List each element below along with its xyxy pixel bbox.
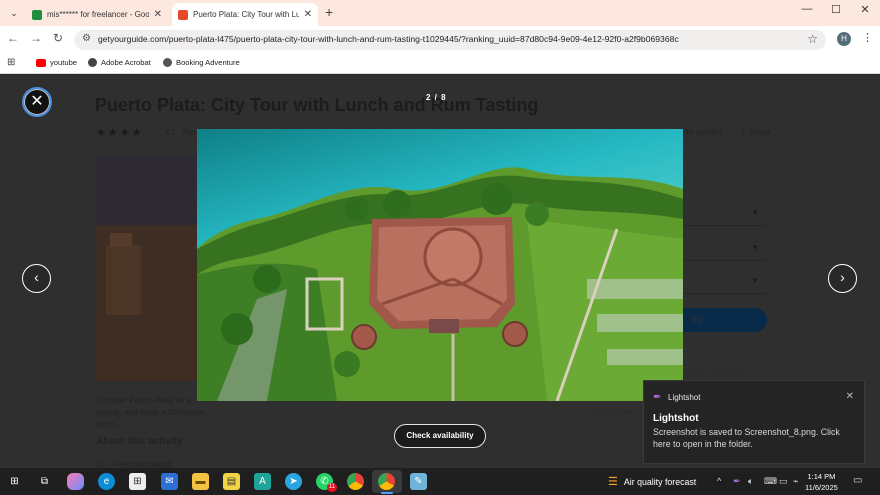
bookmark-star-icon[interactable]: ☆ (807, 32, 818, 46)
clock-time: 1:14 PM (807, 472, 836, 481)
gallery-close-button[interactable]: ✕ (22, 87, 52, 117)
active-indicator (381, 492, 393, 494)
window-close-icon[interactable]: ✕ (855, 3, 875, 16)
provider-link[interactable]: Pro (183, 128, 195, 137)
telegram-icon[interactable]: ➤ (285, 473, 302, 490)
free-cancellation-row: ☑ Free cancellation (96, 460, 172, 468)
weather-label: Air quality forecast (623, 476, 697, 487)
reload-icon[interactable]: ↻ (50, 31, 66, 45)
sheets-favicon-icon (32, 9, 42, 20)
clock-date: 11/6/2025 (805, 483, 838, 492)
bookmark-label: Booking Adventure (176, 58, 240, 67)
new-tab-button[interactable]: + (325, 4, 333, 20)
chevron-down-icon: ▼ (751, 243, 759, 252)
tab-title: Puerto Plata: City Tour with Lun (193, 10, 299, 19)
refund-note: eserve for a full refund (676, 368, 741, 375)
browser-toolbar: ← → ↻ ⚙ getyourguide.com/puerto-plata-l4… (0, 26, 880, 53)
weather-widget[interactable]: ☰ Air quality forecast (608, 475, 696, 488)
share-label: Share (748, 128, 771, 137)
notification-body[interactable]: Screenshot is saved to Screenshot_8.png.… (653, 426, 858, 450)
calendar-check-icon: ☑ (96, 460, 104, 468)
maximize-icon[interactable]: ☐ (826, 3, 846, 16)
windows-start-icon[interactable]: ⊞ (6, 473, 23, 490)
bookmark-adobe-acrobat[interactable]: Adobe Acrobat (88, 58, 151, 67)
page-title: Puerto Plata: City Tour with Lunch and R… (95, 95, 539, 115)
acrobat-icon (88, 58, 97, 67)
tab-close-icon[interactable]: ✕ (304, 9, 312, 20)
check-availability-button[interactable]: Check availability (394, 424, 486, 448)
bookmark-booking-adventure[interactable]: Booking Adventure (163, 58, 240, 67)
network-icon[interactable]: ⌁ (793, 476, 798, 487)
bookmark-label: Adobe Acrobat (101, 58, 151, 67)
gallery-counter: 2 / 8 (426, 93, 447, 102)
lightshot-notification[interactable]: ✒ Lightshot ✕ Lightshot Screenshot is sa… (643, 380, 865, 464)
system-clock[interactable]: 1:14 PM 11/6/2025 (805, 471, 838, 493)
task-view-icon[interactable]: ⧉ (36, 473, 53, 490)
description-line: tasting, and savor a Dominican lunch. (96, 408, 206, 429)
chrome-active-icon[interactable] (378, 473, 395, 490)
battery-icon[interactable]: ▭ (779, 476, 788, 487)
whatsapp-unread-badge: 11 (327, 483, 337, 492)
bookmarks-bar: ⊞ youtube Adobe Acrobat Booking Adventur… (0, 53, 880, 74)
bookmark-youtube[interactable]: youtube (36, 58, 77, 67)
notification-close-icon[interactable]: ✕ (846, 391, 854, 402)
bookmark-label: youtube (50, 58, 78, 67)
tab-getyourguide[interactable]: Puerto Plata: City Tour with Lun ✕ (172, 3, 318, 26)
edge-icon[interactable]: e (98, 473, 115, 490)
profile-avatar[interactable]: H (837, 32, 851, 46)
description-line: Discover Puerto Plata on a (96, 396, 192, 405)
forward-icon[interactable]: → (28, 31, 44, 45)
minimize-icon[interactable]: — (797, 3, 817, 15)
pay-later-note: and pay nothi (590, 410, 633, 417)
tab-sheets[interactable]: mis****** for freelancer - Goog ✕ (26, 3, 168, 26)
tab-search-chevron-icon[interactable]: ⌄ (6, 5, 22, 21)
site-info-icon[interactable]: ⚙ (82, 33, 91, 44)
getyourguide-favicon-icon (178, 9, 188, 20)
free-cancellation-label: Free cancellation (111, 460, 173, 468)
chrome-icon[interactable] (347, 473, 364, 490)
file-explorer-icon[interactable]: ▬ (192, 473, 209, 490)
tab-title: mis****** for freelancer - Goog (47, 10, 149, 19)
tray-chevron-up-icon[interactable]: ^ (717, 476, 721, 486)
copilot-icon[interactable] (67, 473, 84, 490)
mail-icon[interactable]: ✉ (161, 473, 178, 490)
notification-app-name: Lightshot (668, 393, 701, 402)
activity-main-image[interactable] (96, 155, 206, 381)
add-to-wishlist-link[interactable]: d to wishlist (680, 128, 721, 137)
address-bar[interactable]: ⚙ getyourguide.com/puerto-plata-l475/pue… (74, 30, 826, 50)
tab-close-icon[interactable]: ✕ (154, 9, 162, 20)
booking-icon (163, 58, 172, 67)
gallery-next-button[interactable]: › (828, 264, 857, 293)
microsoft-store-icon[interactable]: ⊞ (129, 473, 146, 490)
apps-grid-icon[interactable]: ⊞ (7, 57, 15, 68)
text-editor-icon[interactable]: A (254, 473, 271, 490)
chevron-down-icon: ▼ (751, 276, 759, 285)
share-link[interactable]: ⇪ Share (740, 128, 770, 137)
lightshot-feather-icon: ✒ (653, 392, 662, 403)
about-heading: About this activity (96, 436, 183, 447)
activity-description: Discover Puerto Plata on a tasting, and … (96, 395, 206, 431)
sticky-notes-icon[interactable]: ▤ (223, 473, 240, 490)
fortress-sunset-image (96, 155, 206, 381)
tab-strip: ⌄ mis****** for freelancer - Goog ✕ Puer… (0, 0, 880, 26)
rating-stars: ★★★★ (96, 127, 144, 139)
lightshot-tray-icon[interactable]: ✒ (733, 476, 741, 487)
volume-icon[interactable]: 🔈︎ (748, 476, 753, 487)
gallery-prev-button[interactable]: ‹ (22, 264, 51, 293)
aerial-fortress-photo (197, 129, 683, 401)
chevron-down-icon: ▼ (751, 208, 759, 217)
language-icon[interactable]: ⌨ (764, 476, 777, 487)
windows-taskbar: ⊞ ⧉ e ⊞ ✉ ▬ ▤ A ➤ ✆ 11 ✎ ☰ Air quality f… (0, 468, 880, 495)
rating-value: 4.1 (165, 128, 177, 137)
back-icon[interactable]: ← (5, 31, 21, 45)
share-icon: ⇪ (740, 128, 747, 137)
air-quality-icon: ☰ (608, 476, 618, 488)
notepad-icon[interactable]: ✎ (410, 473, 427, 490)
gallery-photo (197, 129, 683, 401)
notification-title: Lightshot (653, 413, 699, 424)
url-text[interactable]: getyourguide.com/puerto-plata-l475/puert… (98, 34, 679, 44)
browser-menu-icon[interactable]: ⋮ (862, 31, 873, 44)
youtube-icon (36, 58, 46, 67)
notification-center-icon[interactable]: ▭ (853, 475, 862, 486)
